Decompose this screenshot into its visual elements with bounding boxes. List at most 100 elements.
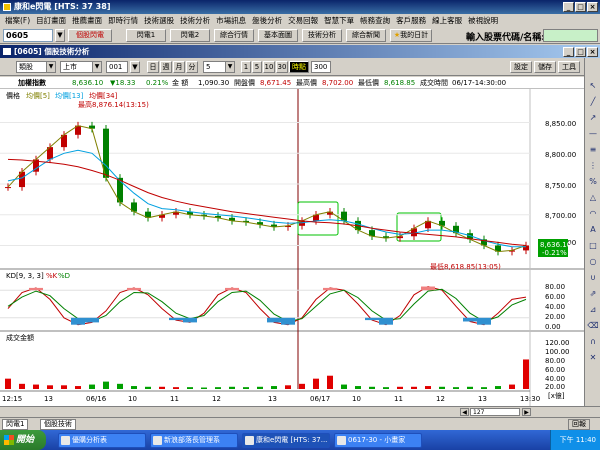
task-label: 優購分析表 (72, 436, 107, 444)
scroll-page-field[interactable]: 127 (470, 408, 520, 416)
report-button[interactable]: 回報 (568, 419, 590, 430)
kd-oversold-fill (71, 317, 85, 325)
percent-icon[interactable]: % (587, 176, 599, 188)
quote-open-label: 開盤價 (234, 79, 255, 87)
menu-custom-screen[interactable]: 目訂畫面 (33, 14, 69, 27)
tech-analysis-button[interactable]: 技術分析 (302, 29, 342, 42)
dropdown-arrow-icon[interactable]: ▼ (55, 29, 65, 42)
quote-amount-label: 金 額 (172, 79, 189, 87)
maximize-button[interactable]: □ (575, 2, 586, 12)
stock-flash-button[interactable]: 個股閃電 (68, 29, 112, 42)
last-price: 8,636.10 (540, 241, 571, 249)
count-input[interactable]: 300 (311, 61, 331, 73)
stock-input[interactable] (543, 29, 598, 42)
tab-flash1[interactable]: 閃電1 (2, 419, 29, 430)
pointer-icon[interactable]: ↖ (587, 80, 599, 92)
menu-tech-picker[interactable]: 技術選股 (141, 14, 177, 27)
kd-d-legend: %D (58, 272, 70, 280)
scroll-right-icon[interactable]: ▶ (522, 408, 531, 416)
stock-input-label: 輸入股票代碼/名稱: (466, 33, 545, 43)
chart-area[interactable]: 價格 均價[5] 均價[13] 均價[34] 最高8,876.14(13:15)… (0, 89, 584, 406)
magnet-icon[interactable]: ∩ (587, 336, 599, 348)
volume-bar (271, 386, 277, 389)
line-icon[interactable]: ╱ (587, 96, 599, 108)
menu-account[interactable]: 帳務查詢 (357, 14, 393, 27)
task-item[interactable]: 康和e閃電 [HTS: 37... (242, 433, 330, 448)
tick-button[interactable]: 時點 (289, 61, 309, 73)
min1-button[interactable]: 1 (241, 61, 251, 73)
triangle-icon[interactable]: △ (587, 192, 599, 204)
group-select[interactable]: 類股 ▼ (16, 61, 56, 73)
system-tray: 下午 11:40 (550, 430, 600, 450)
flash1-button[interactable]: 閃電1 (126, 29, 166, 42)
my-plan-button[interactable]: ★我的日計 (390, 29, 432, 42)
fundamentals-button[interactable]: 基本面圖 (258, 29, 298, 42)
last-change: -0.21% (542, 249, 567, 257)
quote-overview-button[interactable]: 綜合行情 (214, 29, 254, 42)
market-select[interactable]: 上市 ▼ (60, 61, 102, 73)
kd-y-tick: 20.00 (545, 313, 565, 321)
erase-icon[interactable]: ⌫ (587, 320, 599, 332)
doc-minimize-button[interactable]: _ (563, 47, 574, 57)
min30-button[interactable]: 30 (276, 61, 288, 73)
menu-trade-report[interactable]: 交易回報 (285, 14, 321, 27)
menu-after-hours[interactable]: 盤後分析 (249, 14, 285, 27)
arrow-icon[interactable]: ⇗ (587, 288, 599, 300)
menu-recommended[interactable]: 推薦畫面 (69, 14, 105, 27)
min10-button[interactable]: 10 (263, 61, 275, 73)
period-day-button[interactable]: 日 (147, 61, 159, 73)
volume-bar (229, 386, 235, 389)
min5-button[interactable]: 5 (252, 61, 262, 73)
delete-icon[interactable]: ✕ (587, 352, 599, 364)
kd-legend: KD[9, 3, 3] (6, 272, 44, 280)
scroll-page-value: 127 (473, 409, 485, 416)
code-select[interactable]: 001 (106, 61, 128, 73)
menu-help[interactable]: 被視說明 (465, 14, 501, 27)
menu-smart-order[interactable]: 智慧下單 (321, 14, 357, 27)
ellipse-icon[interactable]: ○ (587, 256, 599, 268)
tools-button[interactable]: 工具 (558, 61, 580, 73)
candle-body (5, 187, 11, 189)
chart-svg[interactable]: 價格 均價[5] 均價[13] 均價[34] 最高8,876.14(13:15)… (0, 89, 584, 406)
cycle-icon[interactable]: ∪ (587, 272, 599, 284)
menu-market-info[interactable]: 市場訊息 (213, 14, 249, 27)
period-month-button[interactable]: 月 (173, 61, 185, 73)
code-select-arrow[interactable]: ▼ (130, 61, 140, 73)
tab-tech[interactable]: 個股技術 (40, 419, 76, 430)
minimize-button[interactable]: _ (563, 2, 574, 12)
task-item[interactable]: 優購分析表 (58, 433, 146, 448)
period-minute-button[interactable]: 分 (186, 61, 198, 73)
task-item[interactable]: 新浪部落長管理系 (150, 433, 238, 448)
period-week-button[interactable]: 週 (160, 61, 172, 73)
interval-select[interactable]: 5 ▼ (203, 61, 235, 73)
scroll-left-icon[interactable]: ◀ (460, 408, 469, 416)
hline-icon[interactable]: — (587, 128, 599, 140)
channel-icon[interactable]: ≡ (587, 144, 599, 156)
doc-close-button[interactable]: × (587, 47, 598, 57)
menu-service[interactable]: 客戶服務 (393, 14, 429, 27)
save-button[interactable]: 儲存 (534, 61, 556, 73)
ma5-legend: 均價[5] (26, 91, 50, 100)
y-tick: 8,700.00 (545, 212, 576, 220)
news-button[interactable]: 綜合新聞 (346, 29, 386, 42)
text-icon[interactable]: A (587, 224, 599, 236)
flash2-button[interactable]: 閃電2 (170, 29, 210, 42)
taskbar: 開始 優購分析表 新浪部落長管理系 康和e閃電 [HTS: 37... 0617… (0, 430, 600, 450)
fibonacci-icon[interactable]: ⋮ (587, 160, 599, 172)
ray-icon[interactable]: ↗ (587, 112, 599, 124)
settings-button[interactable]: 設定 (510, 61, 532, 73)
task-item[interactable]: 0617-30 - 小畫家 (334, 433, 422, 448)
menu-online-support[interactable]: 線上客服 (429, 14, 465, 27)
menu-file[interactable]: 檔案(F) (2, 14, 33, 27)
menu-tech-analysis[interactable]: 技術分析 (177, 14, 213, 27)
stock-combo[interactable]: 0605 (3, 29, 53, 42)
start-button[interactable]: 開始 (0, 430, 46, 450)
app-titlebar: 康和e閃電 [HTS: 37 38] _ □ × (0, 0, 600, 14)
gann-icon[interactable]: ⊿ (587, 304, 599, 316)
doc-maximize-button[interactable]: □ (575, 47, 586, 57)
menu-realtime[interactable]: 即時行情 (105, 14, 141, 27)
rect-icon[interactable]: □ (587, 240, 599, 252)
close-button[interactable]: × (587, 2, 598, 12)
main-toolbar: 0605 ▼ 個股閃電 閃電1 閃電2 綜合行情 基本面圖 技術分析 綜合新聞 … (0, 27, 600, 44)
arc-icon[interactable]: ◠ (587, 208, 599, 220)
